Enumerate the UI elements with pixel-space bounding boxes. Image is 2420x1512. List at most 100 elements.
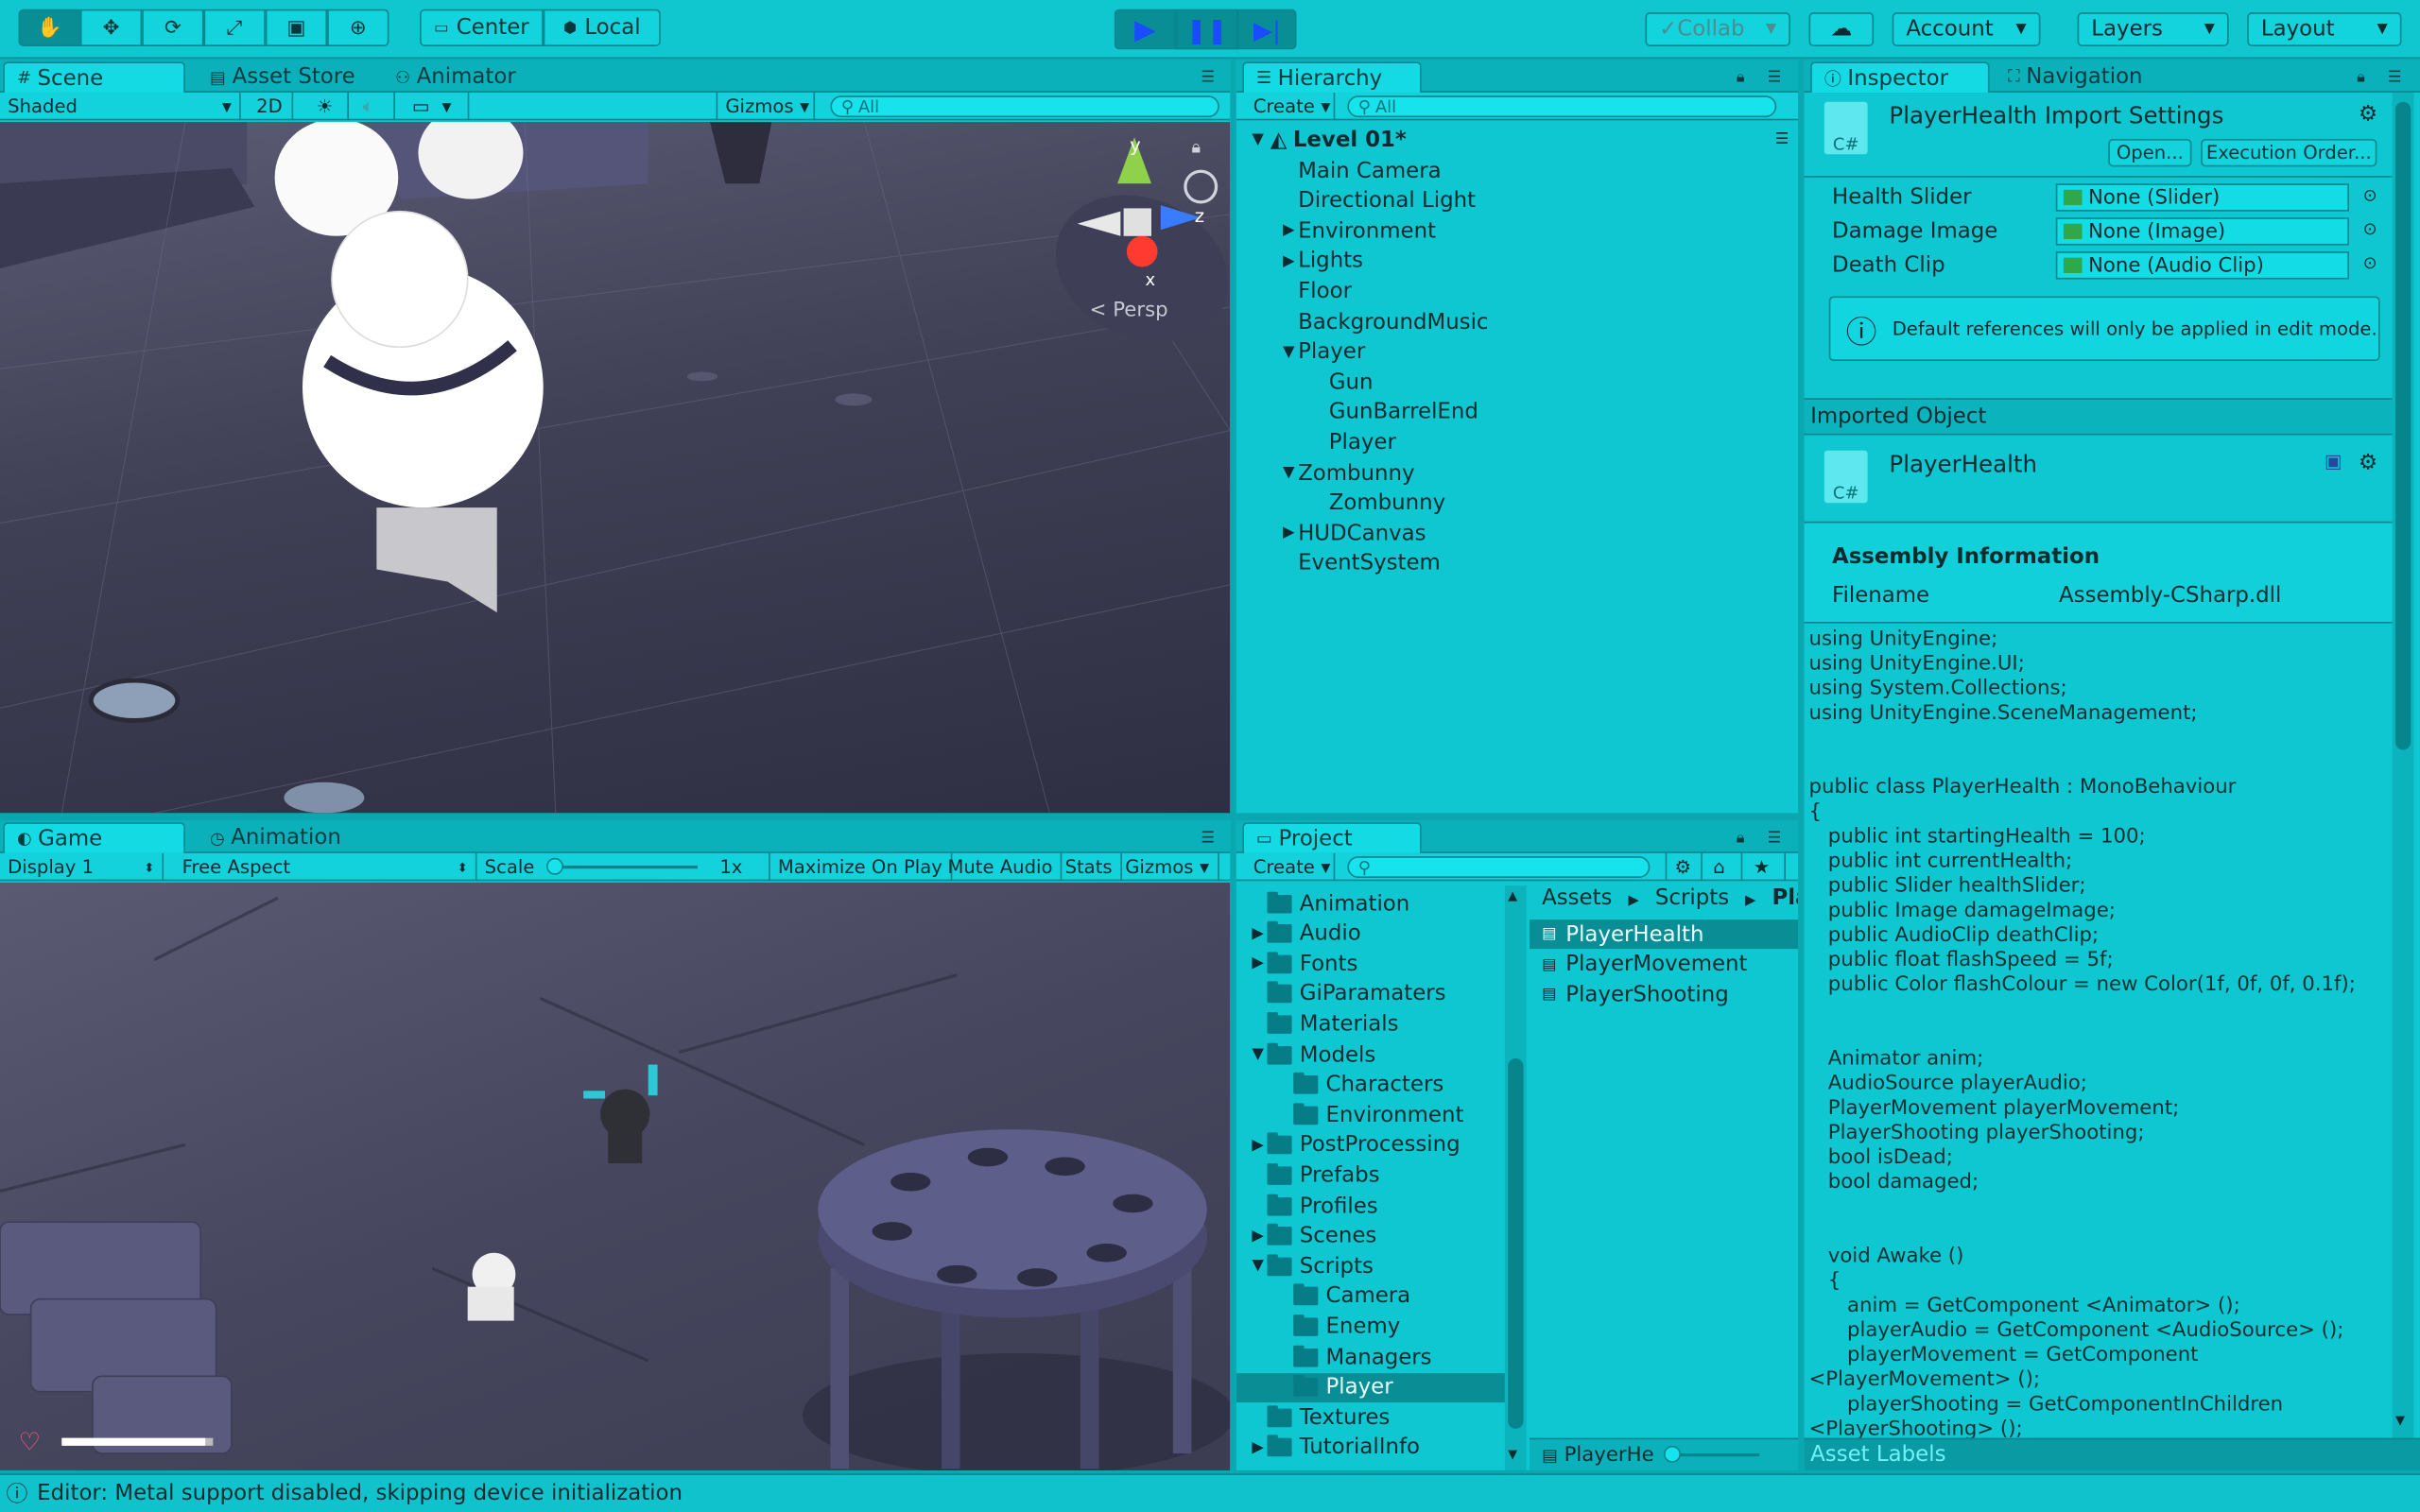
triangle-right-icon[interactable]: ▶	[1249, 1439, 1268, 1456]
layout-dropdown[interactable]: Layout ▼	[2247, 12, 2402, 46]
folder-item[interactable]: Textures	[1236, 1402, 1505, 1432]
rotate-tool-button[interactable]: ⟳	[142, 9, 204, 46]
account-dropdown[interactable]: Account ▼	[1892, 12, 2041, 46]
project-search-input[interactable]: ⚲	[1347, 856, 1651, 879]
hierarchy-item[interactable]: ▶ Lights	[1280, 247, 1363, 276]
options-icon[interactable]: ☰	[1775, 131, 1789, 148]
scene-root-row[interactable]: ▼ ◭ Level 01* ☰	[1249, 125, 1789, 154]
display-dropdown[interactable]: Display 1 ⬍	[0, 852, 164, 882]
hierarchy-item[interactable]: EventSystem	[1280, 549, 1441, 578]
triangle-right-icon[interactable]: ▶	[1249, 1228, 1268, 1245]
inspector-scrollbar[interactable]: ▼	[2392, 92, 2414, 1438]
file-item[interactable]: ▤ PlayerHealth	[1530, 919, 1799, 950]
scale-tool-button[interactable]: ⤢	[203, 9, 266, 46]
help-book-icon[interactable]: ▣	[2325, 451, 2342, 472]
tab-hierarchy[interactable]: ☰ Hierarchy	[1242, 61, 1422, 93]
filter-type-button[interactable]: ⚙	[1665, 852, 1703, 882]
object-picker-icon[interactable]: ⊙	[2363, 185, 2377, 205]
step-button[interactable]: ▶|	[1237, 9, 1297, 50]
folder-item[interactable]: Managers	[1236, 1342, 1505, 1371]
tab-scene[interactable]: # Scene	[3, 61, 185, 93]
triangle-right-icon[interactable]: ▶	[1280, 524, 1299, 541]
folder-item[interactable]: Player	[1236, 1372, 1505, 1402]
scroll-up-icon[interactable]: ▲	[1508, 888, 1517, 902]
triangle-down-icon[interactable]: ▼	[1280, 464, 1299, 481]
audio-toggle[interactable]: 🔈︎	[355, 92, 395, 121]
hierarchy-item[interactable]: ▼ Player	[1280, 337, 1365, 367]
folder-item[interactable]: Characters	[1236, 1070, 1505, 1099]
filter-label-button[interactable]: ⌂	[1705, 852, 1743, 882]
folder-item[interactable]: Prefabs	[1236, 1160, 1505, 1190]
triangle-right-icon[interactable]: ▶	[1280, 252, 1299, 269]
scale-slider[interactable]: Scale 1x	[477, 852, 770, 882]
breadcrumb-player[interactable]: Playe	[1772, 885, 1799, 910]
triangle-down-icon[interactable]: ▼	[1249, 1046, 1268, 1063]
folder-item[interactable]: Camera	[1236, 1281, 1505, 1311]
panel-menu-icon[interactable]: ☰	[1767, 69, 1781, 86]
breadcrumb-assets[interactable]: Assets	[1542, 885, 1612, 910]
triangle-right-icon[interactable]: ▶	[1249, 955, 1268, 972]
lock-icon[interactable]: 🔒︎	[1737, 69, 1745, 86]
icon-size-slider[interactable]	[1663, 1445, 1759, 1463]
panel-menu-icon[interactable]: ☰	[1201, 69, 1215, 86]
tab-game[interactable]: ◐ Game	[3, 822, 185, 853]
aspect-dropdown[interactable]: Free Aspect ⬍	[174, 852, 477, 882]
triangle-right-icon[interactable]: ▶	[1249, 925, 1268, 942]
execution-order-button[interactable]: Execution Order...	[2201, 138, 2377, 167]
effects-dropdown[interactable]: ▭ ▼	[405, 92, 470, 121]
rect-tool-button[interactable]: ▣	[265, 9, 328, 46]
scene-search-input[interactable]: ⚲ All	[830, 95, 1219, 118]
object-picker-icon[interactable]: ⊙	[2363, 219, 2377, 239]
breadcrumb-scripts[interactable]: Scripts	[1655, 885, 1729, 910]
folder-item[interactable]: ▶ Scenes	[1236, 1221, 1505, 1250]
hierarchy-item[interactable]: GunBarrelEnd	[1310, 398, 1478, 427]
object-field[interactable]: None (Slider)	[2055, 183, 2349, 212]
file-item[interactable]: ▤ PlayerShooting	[1530, 980, 1798, 1009]
folder-item[interactable]: ▶ Fonts	[1236, 949, 1505, 978]
hierarchy-item[interactable]: ▶ HUDCanvas	[1280, 519, 1426, 548]
hierarchy-item[interactable]: Player	[1310, 428, 1396, 457]
triangle-right-icon[interactable]: ▶	[1280, 222, 1299, 239]
lock-icon[interactable]: 🔒︎	[2357, 69, 2365, 86]
folder-item[interactable]: GiParamaters	[1236, 979, 1505, 1008]
2d-toggle[interactable]: 2D	[247, 92, 294, 121]
lock-icon[interactable]: 🔒︎	[1191, 137, 1201, 159]
favorite-button[interactable]: ★	[1746, 852, 1787, 882]
hierarchy-item[interactable]: ▼ Zombunny	[1280, 458, 1415, 488]
folder-item[interactable]: ▶ Audio	[1236, 919, 1505, 948]
shading-dropdown[interactable]: Shaded ▼	[0, 92, 241, 121]
hierarchy-item[interactable]: Gun	[1310, 368, 1374, 397]
hierarchy-item[interactable]: Main Camera	[1280, 156, 1442, 185]
object-field[interactable]: None (Image)	[2055, 217, 2349, 246]
game-gizmos-dropdown[interactable]: Gizmos ▼	[1117, 852, 1219, 882]
cloud-button[interactable]: ☁	[1808, 12, 1875, 46]
lock-icon[interactable]: 🔒︎	[1737, 830, 1745, 847]
game-viewport[interactable]: ♡	[0, 882, 1231, 1470]
hierarchy-item[interactable]: Zombunny	[1310, 489, 1445, 518]
layers-dropdown[interactable]: Layers ▼	[2077, 12, 2229, 46]
collab-dropdown[interactable]: ✓Collab ▼	[1645, 12, 1790, 46]
folder-scrollbar[interactable]: ▲ ▼	[1504, 885, 1527, 1470]
tab-animation[interactable]: ◷ Animation	[198, 822, 354, 853]
stats-toggle[interactable]: Stats	[1057, 852, 1122, 882]
folder-item[interactable]: Environment	[1236, 1100, 1505, 1129]
gear-icon[interactable]: ⚙	[2359, 102, 2378, 127]
maximize-on-play-toggle[interactable]: Maximize On Play	[770, 852, 952, 882]
hierarchy-create-dropdown[interactable]: Create ▼	[1246, 92, 1336, 121]
icon-size-slider-thumb[interactable]	[1663, 1445, 1681, 1463]
triangle-down-icon[interactable]: ▼	[1249, 1258, 1268, 1275]
tab-navigation[interactable]: ⛶ Navigation	[1996, 61, 2155, 93]
panel-menu-icon[interactable]: ☰	[1201, 830, 1215, 847]
asset-labels-bar[interactable]: Asset Labels	[1804, 1437, 2420, 1470]
folder-item[interactable]: ▶ PostProcessing	[1236, 1130, 1505, 1160]
open-button[interactable]: Open...	[2108, 138, 2192, 167]
folder-item[interactable]: ▶ TutorialInfo	[1236, 1433, 1505, 1462]
inspector-scrollbar-thumb[interactable]	[2394, 101, 2411, 750]
hierarchy-item[interactable]: Floor	[1280, 277, 1352, 306]
triangle-right-icon[interactable]: ▶	[1249, 1137, 1268, 1154]
file-item[interactable]: ▤ PlayerMovement	[1530, 950, 1798, 979]
folder-item[interactable]: Animation	[1236, 888, 1505, 918]
hierarchy-item[interactable]: Directional Light	[1280, 186, 1476, 215]
folder-item[interactable]: Materials	[1236, 1009, 1505, 1039]
play-button[interactable]: ▶	[1114, 9, 1177, 50]
